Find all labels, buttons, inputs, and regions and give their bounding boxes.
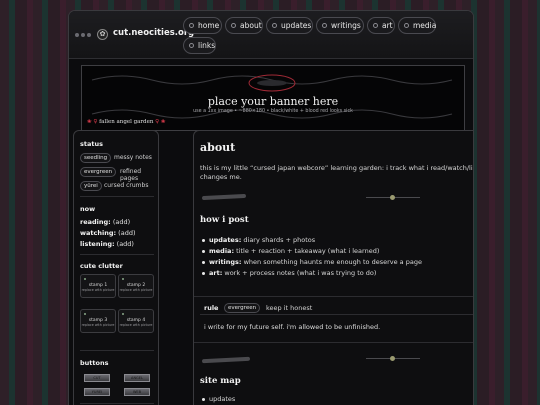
post-item-art: art: work + process notes (what i was tr… (201, 269, 377, 277)
stamp-1[interactable]: stamp 1 replace with picture (80, 274, 116, 298)
sitemap-link-updates[interactable]: updates (201, 395, 235, 403)
window-dot (87, 33, 91, 37)
window-dot (75, 33, 79, 37)
nav-updates[interactable]: updates (266, 17, 313, 34)
stamp-3[interactable]: stamp 3 replace with picture (80, 309, 116, 333)
how-i-post-heading: how i post (200, 215, 249, 225)
divider (80, 254, 154, 255)
site-logo-icon: ✿ (97, 29, 108, 40)
banner: place your banner here use a 1xx image •… (81, 65, 465, 131)
stamp-dot-icon (122, 313, 124, 315)
stamp-dot-icon (122, 278, 124, 280)
now-heading: now (80, 205, 96, 213)
nav-links[interactable]: links (183, 37, 216, 54)
site-button-yurei[interactable]: YUREI (84, 388, 110, 396)
rule-label: rule (204, 304, 219, 312)
status-desc: cursed crumbs (104, 182, 149, 189)
clutter-heading: cute clutter (80, 262, 123, 270)
buttons-heading: buttons (80, 359, 109, 367)
stamp-4[interactable]: stamp 4 replace with picture (118, 309, 154, 333)
stamp-2[interactable]: stamp 2 replace with picture (118, 274, 154, 298)
nav-bullet-icon (272, 23, 277, 28)
sidebar: status seedling messy notes evergreen re… (73, 130, 159, 405)
post-item-media: media: title + reaction + takeaway (what… (201, 247, 380, 255)
rule-box: rule evergreen keep it honest i write fo… (194, 296, 473, 343)
divider (80, 196, 154, 197)
nav-media[interactable]: media (398, 17, 436, 34)
rule-text: i write for my future self. i'm allowed … (204, 323, 381, 331)
brush-stroke (201, 356, 251, 364)
divider (80, 350, 154, 351)
stamp-dot-icon (84, 313, 86, 315)
banner-title: place your banner here (207, 95, 339, 108)
site-button-angel[interactable]: ANGEL (124, 374, 150, 382)
nav-bullet-icon (231, 23, 236, 28)
nav-bullet-icon (373, 23, 378, 28)
nav-art[interactable]: art (367, 17, 395, 34)
main-content: about this is my little “cursed japan we… (193, 130, 474, 405)
now-reading: reading: (add) (80, 218, 131, 226)
site-button-cut[interactable]: CUT (84, 374, 110, 382)
browser-window: ✿ cut.neocities.org home about updates w… (68, 10, 474, 405)
status-desc: messy notes (114, 154, 152, 161)
about-text: this is my little “cursed japan webcore”… (200, 164, 474, 172)
rule-pill-desc: keep it honest (266, 304, 313, 312)
banner-tag: ❀ ♀ fallen angel garden ♀ ❀ (87, 119, 166, 125)
now-listening: listening: (add) (80, 240, 134, 248)
post-item-updates: updates: diary shards + photos (201, 236, 316, 244)
window-dot (81, 33, 85, 37)
site-button-web[interactable]: WEB (124, 388, 150, 396)
banner-subtitle: use a 1xx image • ~880×180 • black/white… (193, 109, 353, 114)
nav-home[interactable]: home (183, 17, 222, 34)
post-item-writings: writings: when something haunts me enoug… (202, 258, 422, 266)
about-heading: about (200, 141, 236, 154)
divider (80, 403, 154, 404)
nav-bullet-icon (404, 23, 409, 28)
site-name[interactable]: cut.neocities.org (113, 28, 194, 38)
stamp-dot-icon (84, 278, 86, 280)
now-watching: watching: (add) (80, 229, 136, 237)
nav-about[interactable]: about (225, 17, 263, 34)
nav-bullet-icon (322, 23, 327, 28)
status-pill-yurei: yūrei (80, 181, 102, 191)
ornament-dot (390, 195, 395, 200)
status-pill-evergreen: evergreen (80, 167, 117, 177)
top-bar: ✿ cut.neocities.org home about updates w… (69, 11, 473, 59)
status-desc: refined pages (120, 168, 142, 182)
brush-stroke (201, 193, 247, 201)
about-text-cont: changes me. (200, 173, 242, 181)
nav-bullet-icon (189, 43, 194, 48)
status-pill-seedling: seedling (80, 153, 112, 163)
rule-divider (200, 314, 473, 315)
ornament-dot (390, 356, 395, 361)
rule-pill: evergreen (224, 303, 261, 313)
site-map-heading: site map (200, 376, 241, 386)
nav-writings[interactable]: writings (316, 17, 364, 34)
status-heading: status (80, 140, 103, 148)
nav-bullet-icon (189, 23, 194, 28)
